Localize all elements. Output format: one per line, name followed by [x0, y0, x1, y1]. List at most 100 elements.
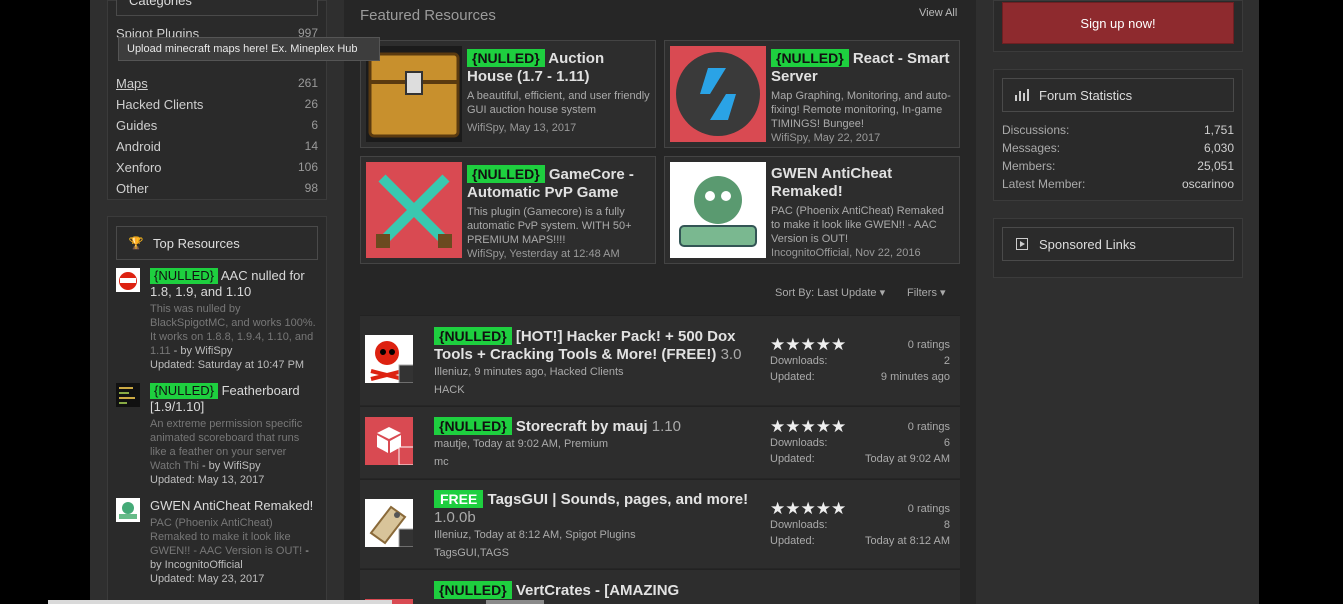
filters-dropdown[interactable]: Filters ▾	[907, 286, 946, 299]
forum-stats-list: Discussions: 1,751 Messages: 6,030 Members…	[1002, 121, 1234, 193]
category-count: 106	[297, 160, 318, 174]
nulled-tag: {NULLED}	[467, 49, 545, 67]
trophy-icon: 🏆	[128, 236, 144, 250]
sort-label: Sort By:	[775, 287, 815, 299]
skull-icon	[365, 335, 420, 384]
category-count: 26	[304, 97, 318, 111]
resource-tags[interactable]: TagsGUI,TAGS	[434, 547, 764, 559]
category-label: Xenforo	[116, 160, 162, 175]
stat-label: Messages:	[1002, 141, 1061, 155]
resource-meta: Illeniuz, Today at 8:12 AM, Spigot Plugi…	[434, 529, 636, 541]
category-item[interactable]: Hacked Clients 26	[116, 97, 318, 118]
category-label: Android	[116, 139, 161, 154]
nulled-tag: {NULLED}	[434, 327, 512, 345]
rating-stars: ★★★★★	[770, 417, 847, 436]
forum-stats-heading: Forum Statistics	[1002, 78, 1234, 112]
resource-title[interactable]: TagsGUI | Sounds, pages, and more!	[488, 491, 749, 508]
updated-value: Today at 8:12 AM	[865, 535, 950, 547]
updated-label: Updated:	[770, 453, 815, 465]
downloads-label: Downloads:	[770, 355, 828, 367]
caret-down-icon: ▾	[879, 287, 886, 299]
resource-row[interactable]: FREE TagsGUI | Sounds, pages, and more! 1…	[360, 479, 960, 568]
signup-button[interactable]: Sign up now!	[1002, 2, 1234, 44]
category-item[interactable]: Xenforo 106	[116, 160, 318, 181]
sort-control[interactable]: Sort By: Last Update ▾	[775, 286, 885, 299]
category-label: Other	[116, 181, 149, 196]
categories-heading: Categories	[116, 0, 318, 16]
category-count: 98	[304, 181, 318, 195]
resource-thumb-icon	[116, 383, 140, 407]
nulled-tag: {NULLED}	[771, 49, 849, 67]
gwen-logo-icon	[670, 162, 766, 258]
rating-stars: ★★★★★	[770, 335, 847, 354]
featured-meta: WifiSpy, May 22, 2017	[771, 132, 881, 144]
category-label: Maps	[116, 76, 148, 91]
resource-row[interactable]: {NULLED} Storecraft by mauj 1.10 mautje,…	[360, 406, 960, 478]
resource-tags[interactable]: mc	[434, 456, 764, 468]
featured-item[interactable]: {NULLED} React - Smart Server Map Graphi…	[664, 40, 960, 148]
rating-count: 0 ratings	[907, 339, 950, 351]
top-resource-updated: Updated: May 23, 2017	[150, 573, 265, 585]
scrollbar-thumb[interactable]	[486, 600, 544, 604]
featured-meta: IncognitoOfficial, Nov 22, 2016	[771, 247, 921, 259]
resource-version: 1.0.0b	[434, 509, 476, 526]
react-logo-icon	[670, 46, 766, 142]
resource-row[interactable]: {NULLED} [HOT!] Hacker Pack! + 500 Dox T…	[360, 315, 960, 405]
category-label: Guides	[116, 118, 158, 133]
latest-member-link[interactable]: oscarinoo	[1182, 175, 1234, 193]
featured-desc: Map Graphing, Monitoring, and auto-fixin…	[771, 90, 951, 130]
featured-title[interactable]: GWEN AntiCheat Remaked!	[771, 165, 892, 200]
resource-row[interactable]: {NULLED} VertCrates - [AMAZING	[360, 569, 960, 604]
bar-chart-icon	[1015, 88, 1029, 102]
maps-tooltip: Upload minecraft maps here! Ex. Mineplex…	[118, 37, 380, 61]
top-resource-updated: Updated: Saturday at 10:47 PM	[150, 359, 305, 371]
downloads-value: 2	[943, 355, 950, 367]
updated-label: Updated:	[770, 535, 815, 547]
category-count: 6	[311, 118, 318, 132]
resource-title[interactable]: VertCrates - [AMAZING	[516, 582, 679, 599]
stat-label: Latest Member:	[1002, 177, 1086, 191]
nulled-tag: {NULLED}	[434, 417, 512, 435]
category-count: 14	[304, 139, 318, 153]
top-resource-author[interactable]: - by WifiSpy	[199, 460, 261, 472]
stat-value: 6,030	[1203, 141, 1234, 155]
resource-tags[interactable]: HACK	[434, 384, 764, 396]
nulled-tag: {NULLED}	[150, 383, 218, 399]
crossed-swords-icon	[366, 162, 462, 258]
featured-item[interactable]: {NULLED} Auction House (1.7 - 1.11) A be…	[360, 40, 656, 148]
resource-version: 3.0	[720, 346, 742, 363]
updated-value: 9 minutes ago	[880, 371, 950, 383]
featured-item[interactable]: {NULLED} GameCore - Automatic PvP Game T…	[360, 156, 656, 264]
view-all-link[interactable]: View All	[919, 7, 957, 19]
forum-stats-title: Forum Statistics	[1039, 87, 1133, 103]
tag-icon	[365, 499, 420, 548]
top-resources-title: Top Resources	[153, 235, 240, 251]
sponsored-heading: Sponsored Links	[1002, 227, 1234, 261]
sort-value[interactable]: Last Update	[817, 287, 876, 299]
resource-title[interactable]: Storecraft by mauj	[516, 418, 648, 435]
downloads-label: Downloads:	[770, 437, 828, 449]
sponsored-title: Sponsored Links	[1039, 236, 1136, 252]
category-item[interactable]: Other 98	[116, 181, 318, 202]
featured-desc: A beautiful, efficient, and user friendl…	[467, 90, 650, 116]
horizontal-scrollbar[interactable]	[48, 600, 392, 604]
nulled-tag: {NULLED}	[467, 165, 545, 183]
category-item[interactable]: Android 14	[116, 139, 318, 160]
featured-heading: Featured Resources	[360, 7, 496, 24]
featured-desc: This plugin (Gamecore) is a fully automa…	[467, 206, 632, 246]
featured-desc: PAC (Phoenix AntiCheat) Remaked to make …	[771, 205, 944, 245]
resource-meta: mautje, Today at 9:02 AM, Premium	[434, 438, 609, 450]
caret-down-icon: ▾	[940, 287, 946, 299]
stat-row: Messages: 6,030	[1002, 139, 1234, 157]
category-item[interactable]: Guides 6	[116, 118, 318, 139]
resource-thumb-icon	[116, 268, 140, 292]
featured-item[interactable]: GWEN AntiCheat Remaked! PAC (Phoenix Ant…	[664, 156, 960, 264]
downloads-value: 8	[943, 519, 950, 531]
resource-thumb-icon	[116, 498, 140, 522]
chest-icon	[366, 46, 462, 142]
category-item-maps[interactable]: Maps 261	[116, 76, 318, 97]
updated-value: Today at 9:02 AM	[865, 453, 950, 465]
top-resource-title[interactable]: GWEN AntiCheat Remaked!	[150, 498, 313, 513]
rating-stars: ★★★★★	[770, 499, 847, 518]
top-resource-author[interactable]: - by WifiSpy	[171, 345, 233, 357]
